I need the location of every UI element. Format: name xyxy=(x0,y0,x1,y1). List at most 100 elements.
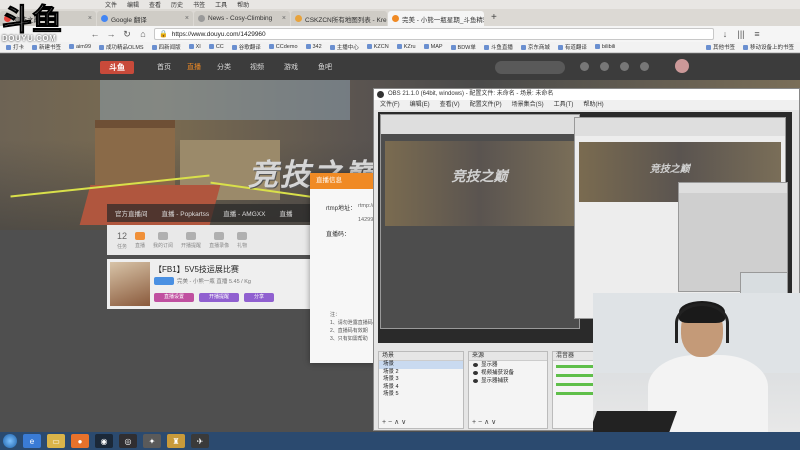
bookmark-other[interactable]: 其他书签 xyxy=(706,43,735,51)
sources-controls[interactable]: + − ∧ ∨ xyxy=(472,418,496,426)
bookmark-item[interactable]: CCdemo xyxy=(269,44,298,50)
bookmark-item[interactable]: KZCN xyxy=(367,44,389,50)
obs-titlebar[interactable]: OBS 21.1.0 (64bit, windows) - 配置文件: 未命名 … xyxy=(374,89,799,100)
bookmark-item[interactable]: MAP xyxy=(424,44,443,50)
bookmark-item[interactable]: 有道翻译 xyxy=(558,43,587,51)
bookmark-item[interactable]: 打卡 xyxy=(6,43,24,51)
obs-menu-file[interactable]: 文件(F) xyxy=(380,100,400,110)
bookmark-item[interactable]: BDW单 xyxy=(451,43,476,51)
menu-icon[interactable]: ≡ xyxy=(752,29,762,39)
obs-menu-tools[interactable]: 工具(T) xyxy=(554,100,574,110)
site-nav-video[interactable]: 视频 xyxy=(250,62,264,72)
site-nav-games[interactable]: 游戏 xyxy=(284,62,298,72)
stat-replay[interactable]: 直播录像 xyxy=(209,231,229,249)
download-icon[interactable]: ↓ xyxy=(720,29,730,39)
home-icon[interactable]: ⌂ xyxy=(138,29,148,39)
obs-menu-scenes[interactable]: 场景集合(S) xyxy=(512,100,544,110)
back-icon[interactable]: ← xyxy=(90,29,100,39)
tab-close-icon[interactable]: × xyxy=(185,15,189,22)
menu-bookmarks[interactable]: 书签 xyxy=(193,0,205,9)
obs-menu-view[interactable]: 查看(V) xyxy=(440,100,460,110)
scene-item[interactable]: 场景 5 xyxy=(379,391,463,399)
bookmark-item[interactable]: bilibili xyxy=(595,44,615,50)
bookmark-item[interactable]: CC xyxy=(209,44,224,50)
room-tab[interactable]: 直播 - AMGXX xyxy=(223,208,265,218)
stat-subscribe[interactable]: 我的订阅 xyxy=(153,231,173,249)
history-icon[interactable] xyxy=(580,62,589,71)
user-avatar[interactable] xyxy=(675,59,689,73)
steam-icon[interactable]: ◉ xyxy=(95,434,113,448)
bookmark-item[interactable]: 成功精品OLMS xyxy=(99,43,144,51)
menu-view[interactable]: 查看 xyxy=(149,0,161,9)
game-icon[interactable]: ♜ xyxy=(167,434,185,448)
bookmark-mobile[interactable]: 移动设备上的书签 xyxy=(743,43,794,51)
visibility-icon[interactable] xyxy=(473,371,478,375)
obs-menu-edit[interactable]: 编辑(E) xyxy=(410,100,430,110)
firefox-icon[interactable]: ● xyxy=(71,434,89,448)
bookmark-item[interactable]: 谷歌翻译 xyxy=(232,43,261,51)
scene-item[interactable]: 场景 xyxy=(379,361,463,369)
scene-item[interactable]: 场景 2 xyxy=(379,369,463,377)
stat-remind[interactable]: 开播提醒 xyxy=(181,231,201,249)
tab-close-icon[interactable]: × xyxy=(282,15,286,22)
bookmark-item[interactable]: aim99 xyxy=(69,44,91,50)
stat-tasks[interactable]: 12 任务 xyxy=(117,231,127,250)
site-search-input[interactable] xyxy=(495,61,565,74)
room-remind-button[interactable]: 开播提醒 xyxy=(199,293,239,302)
new-tab-icon[interactable]: + xyxy=(485,12,503,26)
menu-edit[interactable]: 编辑 xyxy=(127,0,139,9)
site-nav-live[interactable]: 直播 xyxy=(187,62,201,72)
obs-menu-profile[interactable]: 配置文件(P) xyxy=(470,100,502,110)
stat-live[interactable]: 直播 xyxy=(135,231,145,249)
menu-history[interactable]: 历史 xyxy=(171,0,183,9)
counter-strike-icon[interactable]: ✈ xyxy=(191,434,209,448)
visibility-icon[interactable] xyxy=(473,363,478,367)
room-settings-button[interactable]: 直播设置 xyxy=(154,293,194,302)
reload-icon[interactable]: ↻ xyxy=(122,29,132,40)
obs-icon[interactable]: ◎ xyxy=(119,434,137,448)
bookmark-item[interactable]: 四新闻版 xyxy=(152,43,181,51)
scene-item[interactable]: 场景 3 xyxy=(379,376,463,384)
rtmp-addr-value[interactable]: rtmp:// xyxy=(358,203,374,209)
rtmp-code-value[interactable]: 14299 xyxy=(358,217,373,223)
source-item[interactable]: 视频捕获设备 xyxy=(469,369,547,377)
bookmark-item[interactable]: 主播中心 xyxy=(330,43,359,51)
menu-help[interactable]: 帮助 xyxy=(237,0,249,9)
site-nav-category[interactable]: 分类 xyxy=(217,62,231,72)
source-item[interactable]: 显示器捕获 xyxy=(469,377,547,385)
folder-icon[interactable]: ▭ xyxy=(47,434,65,448)
room-avatar[interactable] xyxy=(110,262,150,306)
menu-file[interactable]: 文件 xyxy=(105,0,117,9)
scenes-controls[interactable]: + − ∧ ∨ xyxy=(382,418,406,426)
url-input[interactable]: 🔒 https://www.douyu.com/1429960 xyxy=(154,28,714,40)
site-logo[interactable]: 斗鱼 xyxy=(100,61,134,74)
scene-item[interactable]: 场景 4 xyxy=(379,384,463,392)
obs-menu-help[interactable]: 帮助(H) xyxy=(583,100,603,110)
room-tab[interactable]: 官方直播间 xyxy=(115,208,148,218)
bookmark-item[interactable]: 斗鱼直播 xyxy=(484,43,513,51)
room-share-button[interactable]: 分享 xyxy=(244,293,274,302)
tab-cosy-climbing[interactable]: News - Cosy-Climbing × xyxy=(194,11,290,26)
message-icon[interactable] xyxy=(640,62,649,71)
download-app-icon[interactable] xyxy=(620,62,629,71)
library-icon[interactable]: ||| xyxy=(736,29,746,39)
ie-icon[interactable]: e xyxy=(23,434,41,448)
tab-google-translate[interactable]: Google 翻译 × xyxy=(97,11,193,26)
follow-icon[interactable] xyxy=(600,62,609,71)
bookmark-item[interactable]: XI xyxy=(189,44,201,50)
site-nav-home[interactable]: 首页 xyxy=(157,62,171,72)
bookmark-item[interactable]: KZru xyxy=(397,44,416,50)
start-button[interactable] xyxy=(3,434,17,448)
bookmark-item[interactable]: 342 xyxy=(306,44,322,50)
tab-close-icon[interactable]: × xyxy=(88,15,92,22)
visibility-icon[interactable] xyxy=(473,379,478,383)
bookmark-item[interactable]: 新建书签 xyxy=(32,43,61,51)
tab-cskzcn[interactable]: CSKZCN所有地图列表 - Kre...× xyxy=(291,11,387,26)
tab-douyu-active[interactable]: 完美 - 小熊一瓶星期_斗鱼精彩...× xyxy=(388,11,484,26)
stat-gift[interactable]: 礼物 xyxy=(237,231,247,249)
bookmark-item[interactable]: 京东商城 xyxy=(521,43,550,51)
game-icon[interactable]: ✦ xyxy=(143,434,161,448)
room-tab[interactable]: 直播 xyxy=(279,208,292,218)
menu-tools[interactable]: 工具 xyxy=(215,0,227,9)
room-tab[interactable]: 直播 - Popkartss xyxy=(162,208,210,218)
